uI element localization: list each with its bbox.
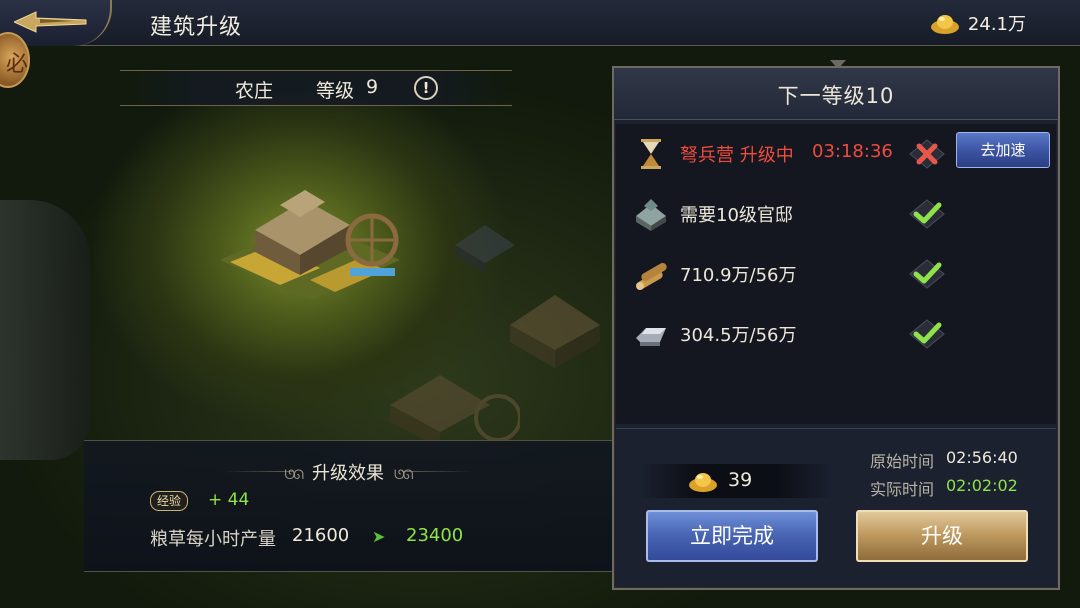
building-level-label: 等级 (316, 80, 355, 102)
requirement-row: 弩兵营 升级中 03:18:36 去加速 (616, 124, 1056, 184)
exp-badge: 经验 (150, 491, 189, 511)
requirement-text: 710.9万/56万 (680, 265, 797, 286)
check-icon (909, 199, 945, 229)
divider-line (616, 428, 1056, 429)
stat-label: 粮草每小时产量 (150, 529, 276, 550)
complete-now-button[interactable]: 立即完成 (646, 510, 818, 562)
arrow-right-icon: ➤ (372, 527, 386, 546)
actual-time-label: 实际时间 (870, 480, 935, 499)
requirement-row: 需要10级官邸 (616, 184, 1056, 244)
building-level: 9 (366, 76, 379, 98)
back-arrow-icon (14, 11, 87, 33)
requirement-text: 弩兵营 升级中 (680, 145, 794, 166)
stat-next-value: 23400 (406, 525, 464, 546)
info-icon[interactable]: ! (414, 76, 438, 100)
farm-building-illustration (220, 190, 400, 300)
exp-value: + 44 (208, 490, 250, 510)
action-area: 39 原始时间 02:56:40 实际时间 02:02:02 立即完成 升级 (616, 428, 1056, 586)
gold-amount: 24.1万 (967, 14, 1026, 35)
gold-ingot-icon (689, 473, 717, 492)
requirement-list: 弩兵营 升级中 03:18:36 去加速 需要10级官邸 710.9万/56万 … (616, 124, 1056, 424)
stat-current-value: 21600 (292, 525, 350, 546)
check-icon (909, 259, 945, 289)
cross-icon (909, 139, 945, 169)
ornament-icon: ᘎᘏ (284, 468, 304, 483)
background-building (390, 375, 520, 448)
gold-counter: 24.1万 (930, 10, 1026, 36)
requirement-row: 710.9万/56万 (616, 244, 1056, 304)
speed-up-button[interactable]: 去加速 (956, 132, 1050, 168)
scenery-hill (0, 200, 90, 460)
requirement-text: 304.5万/56万 (680, 325, 797, 346)
next-level-title: 下一等级10 (614, 68, 1058, 120)
original-time-value: 02:56:40 (946, 448, 1018, 467)
check-icon (909, 319, 945, 349)
government-building-icon (636, 199, 666, 231)
building-header: 农庄 等级 9 ! (120, 70, 512, 106)
top-bar: 建筑升级 24.1万 (0, 0, 1080, 46)
iron-ingot-icon (636, 328, 666, 346)
side-badge-label: 必 (6, 52, 29, 77)
hourglass-icon (641, 139, 661, 169)
building-name: 农庄 (235, 80, 274, 102)
background-building (510, 295, 600, 368)
wood-logs-icon (636, 263, 667, 290)
gold-cost: 39 (638, 464, 834, 498)
effect-title: 升级效果 (312, 463, 384, 484)
upgrade-button[interactable]: 升级 (856, 510, 1028, 562)
requirement-timer: 03:18:36 (812, 141, 893, 162)
upgrade-effect-panel: ᘎᘏ 升级效果 ᘎᘏ 经验 + 44 粮草每小时产量 21600 ➤ 23400 (84, 440, 612, 572)
actual-time-value: 02:02:02 (946, 476, 1018, 495)
effect-title-row: ᘎᘏ 升级效果 ᘎᘏ (84, 459, 612, 485)
requirement-row: 304.5万/56万 (616, 304, 1056, 364)
gold-ingot-icon (930, 15, 959, 34)
background-building (455, 225, 515, 273)
ornament-icon: ᘎᘏ (394, 468, 414, 483)
requirement-text: 需要10级官邸 (680, 205, 793, 226)
gold-cost-value: 39 (728, 469, 753, 491)
original-time-label: 原始时间 (870, 452, 935, 471)
next-level-panel: 下一等级10 弩兵营 升级中 03:18:36 去加速 需要10级官邸 710.… (612, 60, 1060, 590)
page-title: 建筑升级 (150, 15, 243, 40)
